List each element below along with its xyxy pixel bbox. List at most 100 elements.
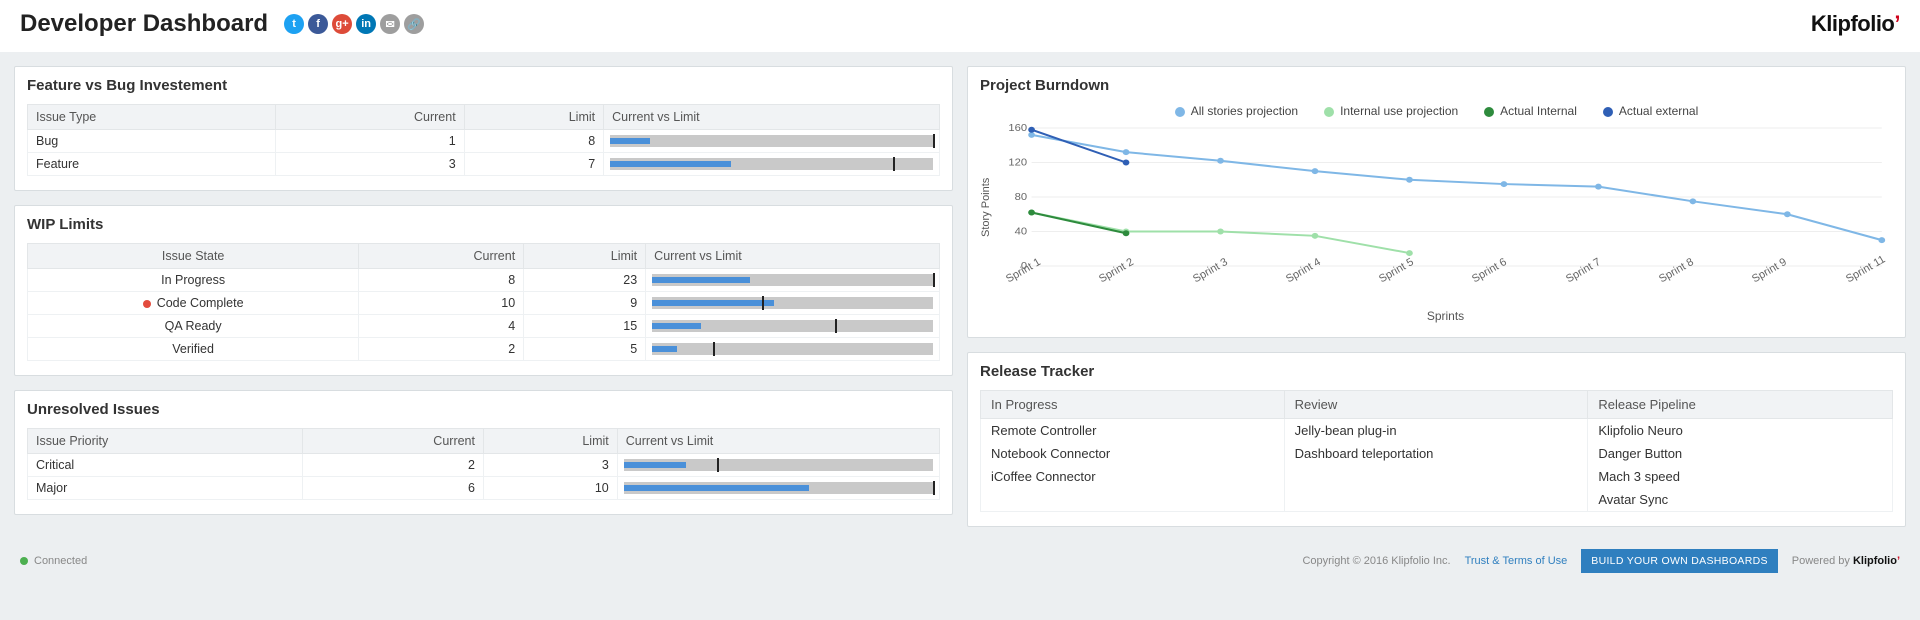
limit-value: 5 xyxy=(524,338,646,361)
card-title: Feature vs Bug Investement xyxy=(27,77,940,94)
current-value: 4 xyxy=(359,315,524,338)
svg-text:120: 120 xyxy=(1008,157,1027,168)
wip-table: Issue StateCurrentLimitCurrent vs Limit … xyxy=(27,243,940,361)
card-wip-limits: WIP Limits Issue StateCurrentLimitCurren… xyxy=(14,205,953,376)
table-row: In Progress 8 23 xyxy=(28,269,940,292)
svg-text:40: 40 xyxy=(1015,226,1028,237)
release-column-header: Review xyxy=(1285,391,1589,418)
google-plus-icon[interactable]: g+ xyxy=(332,14,352,34)
issue-state: QA Ready xyxy=(28,315,359,338)
column-header: Current xyxy=(276,105,465,130)
chart-y-axis-label: Story Points xyxy=(980,122,992,323)
link-icon[interactable]: 🔗 xyxy=(404,14,424,34)
powered-by: Powered by Klipfolio’ xyxy=(1792,555,1900,567)
column-header: Issue Type xyxy=(28,105,276,130)
bullet-bar xyxy=(624,482,933,494)
issue-state: Verified xyxy=(28,338,359,361)
column-header: Issue State xyxy=(28,244,359,269)
linkedin-icon[interactable]: in xyxy=(356,14,376,34)
svg-text:160: 160 xyxy=(1008,123,1027,134)
email-icon[interactable]: ✉ xyxy=(380,14,400,34)
limit-value: 7 xyxy=(464,153,603,176)
issue-state: In Progress xyxy=(28,269,359,292)
build-dashboards-button[interactable]: BUILD YOUR OWN DASHBOARDS xyxy=(1581,549,1778,573)
legend-item: Internal use projection xyxy=(1324,104,1458,118)
bullet-bar xyxy=(610,158,933,170)
column-header: Limit xyxy=(483,429,617,454)
bullet-bar xyxy=(610,135,933,147)
current-value: 8 xyxy=(359,269,524,292)
release-item[interactable]: Klipfolio Neuro xyxy=(1588,419,1892,442)
column-header: Current vs Limit xyxy=(646,244,940,269)
release-item[interactable]: Jelly-bean plug-in xyxy=(1285,419,1588,442)
feature-bug-table: Issue TypeCurrentLimitCurrent vs Limit B… xyxy=(27,104,940,176)
twitter-icon[interactable]: t xyxy=(284,14,304,34)
footer-bar: Connected Copyright © 2016 Klipfolio Inc… xyxy=(0,541,1920,583)
legend-item: Actual Internal xyxy=(1484,104,1577,118)
release-tracker-body: Remote ControllerNotebook ConnectoriCoff… xyxy=(980,419,1893,512)
limit-value: 15 xyxy=(524,315,646,338)
bullet-bar xyxy=(652,297,933,309)
release-item[interactable]: Avatar Sync xyxy=(1588,488,1892,511)
unresolved-table: Issue PriorityCurrentLimitCurrent vs Lim… xyxy=(27,428,940,500)
current-value: 3 xyxy=(276,153,465,176)
card-title: WIP Limits xyxy=(27,216,940,233)
terms-link[interactable]: Trust & Terms of Use xyxy=(1465,555,1568,567)
table-row: Feature 3 7 xyxy=(28,153,940,176)
card-release-tracker: Release Tracker In ProgressReviewRelease… xyxy=(967,352,1906,527)
table-row: Critical 2 3 xyxy=(28,454,940,477)
alert-dot-icon xyxy=(143,300,151,308)
current-value: 2 xyxy=(303,454,484,477)
issue-type: Feature xyxy=(28,153,276,176)
column-header: Issue Priority xyxy=(28,429,303,454)
table-row: Verified 2 5 xyxy=(28,338,940,361)
page-title: Developer Dashboard xyxy=(20,10,268,38)
connection-status-icon xyxy=(20,557,28,565)
release-item[interactable]: Danger Button xyxy=(1588,442,1892,465)
release-column: Jelly-bean plug-inDashboard teleportatio… xyxy=(1285,419,1589,511)
legend-item: All stories projection xyxy=(1175,104,1298,118)
brand-logo[interactable]: Klipfolio’ xyxy=(1811,11,1900,37)
release-column: Klipfolio NeuroDanger ButtonMach 3 speed… xyxy=(1588,419,1892,511)
release-item[interactable]: Dashboard teleportation xyxy=(1285,442,1588,465)
bullet-bar xyxy=(652,343,933,355)
limit-value: 23 xyxy=(524,269,646,292)
bullet-bar xyxy=(652,320,933,332)
release-item[interactable]: Notebook Connector xyxy=(981,442,1284,465)
table-row: Bug 1 8 xyxy=(28,130,940,153)
card-unresolved-issues: Unresolved Issues Issue PriorityCurrentL… xyxy=(14,390,953,515)
column-header: Current vs Limit xyxy=(617,429,939,454)
current-value: 1 xyxy=(276,130,465,153)
chart-x-axis-label: Sprints xyxy=(998,309,1893,323)
current-value: 10 xyxy=(359,292,524,315)
connection-status-label: Connected xyxy=(34,555,87,567)
issue-type: Bug xyxy=(28,130,276,153)
burndown-chart: 04080120160 xyxy=(998,122,1893,272)
issue-priority: Critical xyxy=(28,454,303,477)
card-title: Release Tracker xyxy=(980,363,1893,380)
bullet-bar xyxy=(624,459,933,471)
release-item[interactable]: iCoffee Connector xyxy=(981,465,1284,488)
facebook-icon[interactable]: f xyxy=(308,14,328,34)
column-header: Limit xyxy=(524,244,646,269)
release-column: Remote ControllerNotebook ConnectoriCoff… xyxy=(981,419,1285,511)
table-row: Major 6 10 xyxy=(28,477,940,500)
column-header: Current xyxy=(359,244,524,269)
chart-x-ticks: Sprint 1Sprint 2Sprint 3Sprint 4Sprint 5… xyxy=(998,275,1893,287)
release-item[interactable]: Remote Controller xyxy=(981,419,1284,442)
release-item[interactable]: Mach 3 speed xyxy=(1588,465,1892,488)
release-column-header: Release Pipeline xyxy=(1588,391,1892,418)
copyright-text: Copyright © 2016 Klipfolio Inc. xyxy=(1302,555,1450,567)
card-feature-vs-bug: Feature vs Bug Investement Issue TypeCur… xyxy=(14,66,953,191)
issue-state: Code Complete xyxy=(28,292,359,315)
social-icons: tfg+in✉🔗 xyxy=(284,14,424,34)
current-value: 6 xyxy=(303,477,484,500)
limit-value: 9 xyxy=(524,292,646,315)
column-header: Current vs Limit xyxy=(604,105,940,130)
column-header: Limit xyxy=(464,105,603,130)
limit-value: 3 xyxy=(483,454,617,477)
svg-text:80: 80 xyxy=(1015,192,1028,203)
top-bar: Developer Dashboard tfg+in✉🔗 Klipfolio’ xyxy=(0,0,1920,52)
bullet-bar xyxy=(652,274,933,286)
dashboard-grid: Feature vs Bug Investement Issue TypeCur… xyxy=(0,52,1920,541)
